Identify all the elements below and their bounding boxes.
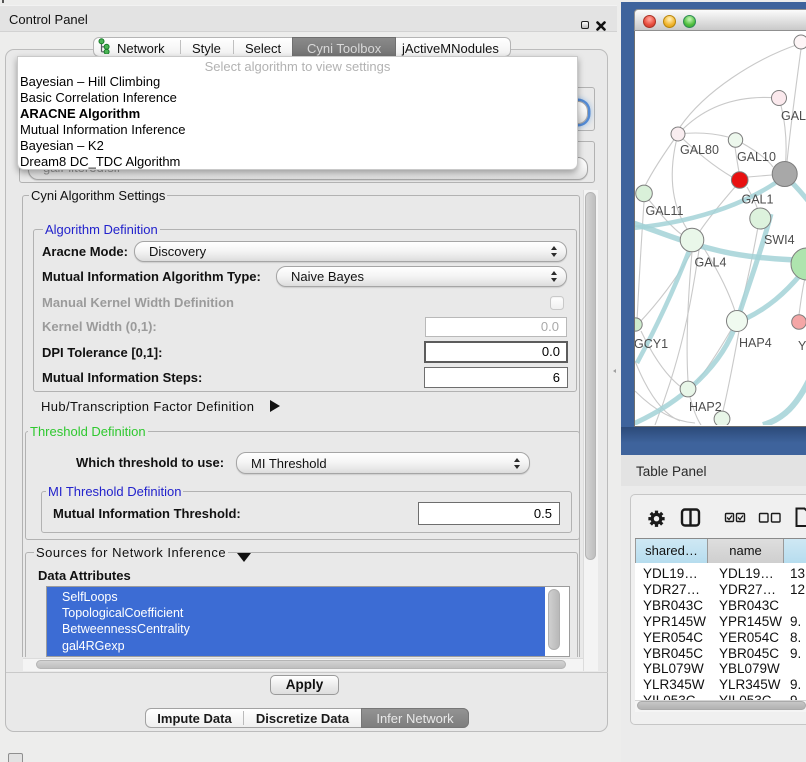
svg-text:GAL11: GAL11 bbox=[646, 204, 684, 218]
svg-text:GCY1: GCY1 bbox=[635, 337, 668, 351]
svg-text:GAL4: GAL4 bbox=[695, 256, 727, 270]
svg-text:GAL2: GAL2 bbox=[781, 109, 806, 123]
svg-text:HAP4: HAP4 bbox=[739, 336, 772, 350]
svg-text:GAL1: GAL1 bbox=[742, 193, 774, 207]
svg-text:YN: YN bbox=[798, 339, 806, 353]
svg-text:HAP2: HAP2 bbox=[689, 400, 722, 414]
svg-text:GAL80: GAL80 bbox=[680, 143, 719, 157]
svg-text:SWI4: SWI4 bbox=[764, 233, 795, 247]
svg-text:GAL10: GAL10 bbox=[737, 150, 776, 164]
